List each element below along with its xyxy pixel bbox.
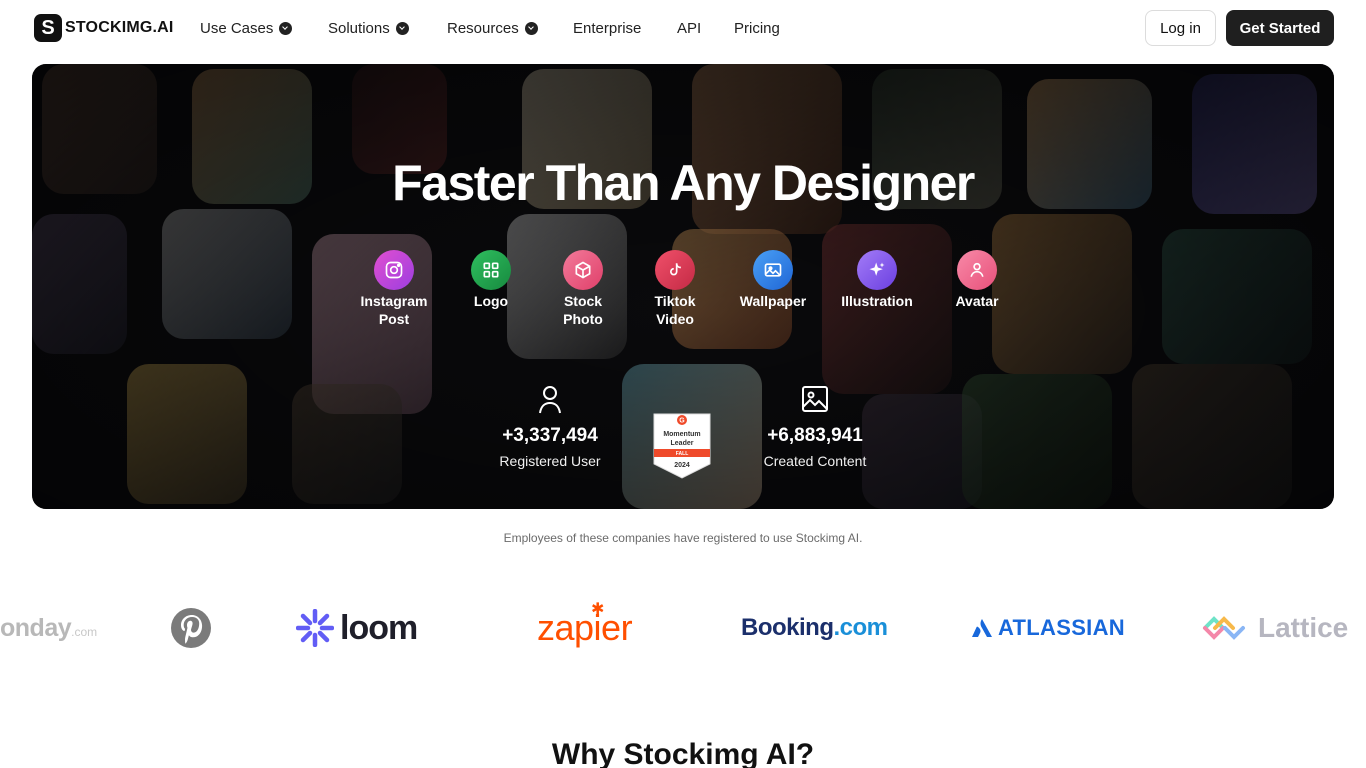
asterisk-icon: ✱ bbox=[591, 601, 605, 618]
stat-label: Created Content bbox=[763, 453, 867, 469]
nav-label: API bbox=[677, 19, 702, 37]
nav-label: Enterprise bbox=[573, 19, 642, 37]
category-illustration[interactable]: Illustration bbox=[832, 250, 922, 310]
stat-registered-users: +3,337,494 Registered User bbox=[470, 384, 630, 473]
logo-suffix: .com bbox=[833, 614, 889, 641]
image-outline-icon bbox=[802, 386, 828, 412]
category-wallpaper[interactable]: Wallpaper bbox=[728, 250, 818, 310]
logo-text: loom bbox=[340, 608, 418, 647]
loom-icon bbox=[296, 609, 334, 647]
stat-label: Registered User bbox=[499, 453, 601, 469]
logo-suffix: .com bbox=[71, 625, 98, 639]
category-avatar[interactable]: Avatar bbox=[932, 250, 1022, 310]
logo-zapier: zapier ✱ bbox=[537, 600, 633, 656]
logo-booking: Booking .com bbox=[741, 600, 888, 656]
chevron-down-icon bbox=[395, 21, 409, 35]
brand-mark-icon: S bbox=[34, 14, 62, 42]
nav-resources[interactable]: Resources bbox=[447, 18, 538, 38]
badge-line: Leader bbox=[671, 440, 694, 447]
user-outline-icon bbox=[539, 386, 561, 414]
g2-momentum-leader-badge: G Momentum Leader FALL 2024 bbox=[653, 413, 711, 479]
tiktok-icon bbox=[655, 250, 695, 290]
logo-atlassian: ATLASSIAN bbox=[972, 600, 1125, 656]
companies-note: Employees of these companies have regist… bbox=[503, 531, 863, 545]
nav-enterprise[interactable]: Enterprise bbox=[573, 18, 641, 38]
category-label: Tiktok Video bbox=[654, 293, 696, 327]
login-button[interactable]: Log in bbox=[1145, 10, 1216, 46]
instagram-icon bbox=[374, 250, 414, 290]
grid-icon bbox=[471, 250, 511, 290]
stat-value: +6,883,941 bbox=[767, 425, 863, 446]
brand-logo[interactable]: S STOCKIMG.AI bbox=[34, 14, 174, 42]
stat-created-content: +6,883,941 Created Content bbox=[735, 384, 895, 473]
nav-label: Pricing bbox=[734, 19, 780, 37]
category-label: Instagram Post bbox=[360, 293, 428, 327]
category-label: Illustration bbox=[841, 293, 913, 309]
badge-line: 2024 bbox=[674, 462, 690, 469]
brand-name: STOCKIMG.AI bbox=[65, 19, 174, 36]
pinterest-icon bbox=[171, 608, 211, 648]
category-instagram-post[interactable]: Instagram Post bbox=[349, 250, 439, 328]
nav-use-cases[interactable]: Use Cases bbox=[200, 18, 293, 38]
logo-lattice: Lattice bbox=[1202, 600, 1348, 656]
nav-pricing[interactable]: Pricing bbox=[734, 18, 780, 38]
hero-title: Faster Than Any Designer bbox=[392, 155, 975, 211]
sparkle-icon bbox=[857, 250, 897, 290]
category-stock-photo[interactable]: Stock Photo bbox=[538, 250, 628, 328]
nav-label: Use Cases bbox=[200, 19, 274, 37]
user-icon bbox=[957, 250, 997, 290]
nav-solutions[interactable]: Solutions bbox=[328, 18, 409, 38]
logo-pinterest bbox=[170, 600, 212, 656]
badge-line: FALL bbox=[676, 451, 689, 457]
box-icon bbox=[563, 250, 603, 290]
category-label: Wallpaper bbox=[739, 293, 807, 309]
atlassian-icon bbox=[972, 619, 992, 637]
nav-api[interactable]: API bbox=[677, 18, 701, 38]
top-navigation: S STOCKIMG.AI Use Cases Solutions Resour… bbox=[0, 0, 1366, 56]
logo-text: onday bbox=[0, 613, 72, 642]
logo-text: Booking bbox=[741, 614, 834, 641]
category-label: Logo bbox=[473, 293, 509, 309]
category-label: Avatar bbox=[955, 293, 999, 309]
svg-text:G: G bbox=[679, 418, 685, 425]
logo-text: zapier bbox=[537, 607, 633, 648]
section-title-why: Why Stockimg AI? bbox=[551, 738, 815, 768]
category-label: Stock Photo bbox=[563, 293, 603, 327]
lattice-icon bbox=[1203, 616, 1245, 640]
chevron-down-icon bbox=[524, 21, 538, 35]
logo-loom: loom bbox=[296, 600, 418, 656]
category-tiktok-video[interactable]: Tiktok Video bbox=[630, 250, 720, 328]
logo-monday: onday .com bbox=[0, 600, 97, 656]
nav-label: Resources bbox=[447, 19, 519, 37]
category-logo[interactable]: Logo bbox=[446, 250, 536, 310]
chevron-down-icon bbox=[279, 21, 293, 35]
badge-line: Momentum bbox=[663, 431, 700, 438]
logo-text: ATLASSIAN bbox=[998, 615, 1125, 640]
get-started-button[interactable]: Get Started bbox=[1226, 10, 1334, 46]
nav-label: Solutions bbox=[328, 19, 390, 37]
image-icon bbox=[753, 250, 793, 290]
stat-value: +3,337,494 bbox=[502, 425, 598, 446]
logo-text: Lattice bbox=[1258, 612, 1349, 643]
